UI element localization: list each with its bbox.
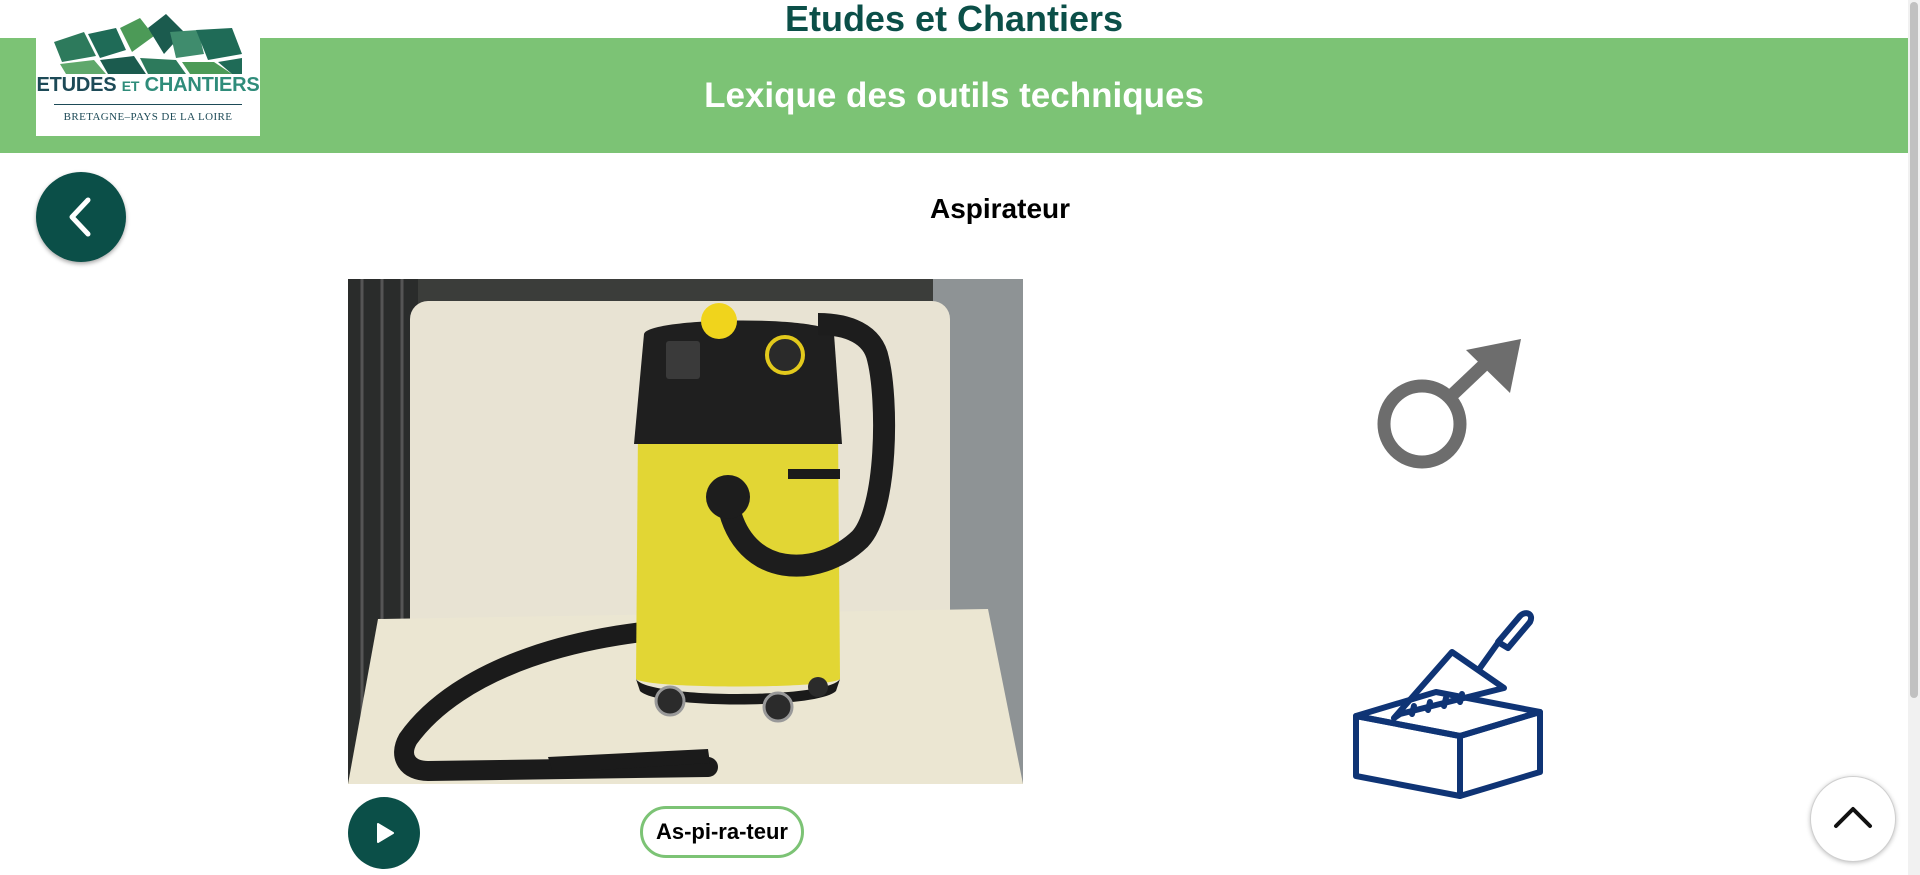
chevron-left-icon	[69, 197, 91, 237]
scrollbar-thumb[interactable]	[1910, 2, 1918, 698]
logo-word-et: ET	[121, 78, 140, 94]
logo-word-etudes: ETUDES	[36, 74, 117, 96]
chevron-up-icon	[1834, 807, 1872, 828]
male-symbol-icon	[1370, 334, 1530, 474]
page: Etudes et Chantiers Lexique des outils t…	[0, 0, 1920, 875]
brick-trowel-icon	[1348, 606, 1548, 802]
site-title: Etudes et Chantiers	[784, 0, 1124, 39]
logo-divider	[54, 104, 242, 105]
play-audio-button[interactable]	[348, 797, 420, 869]
page-title: Lexique des outils techniques	[704, 76, 1204, 115]
play-icon	[377, 823, 394, 843]
vacuum-cleaner-photo	[348, 279, 1023, 784]
logo-mosaic-icon	[54, 14, 242, 74]
scroll-to-top-button[interactable]	[1810, 776, 1896, 862]
site-logo[interactable]: ETUDES ET CHANTIERS BRETAGNE–PAYS DE LA …	[36, 12, 260, 136]
back-button[interactable]	[36, 172, 126, 262]
logo-word-chantiers: CHANTIERS	[144, 74, 260, 96]
syllables-button[interactable]: As-pi-ra-teur	[640, 806, 804, 858]
vacuum-cleaner-image	[348, 279, 1023, 784]
logo-region: BRETAGNE–PAYS DE LA LOIRE	[63, 111, 233, 123]
word-title: Aspirateur	[929, 193, 1071, 224]
logo-wordmark: ETUDES ET CHANTIERS	[36, 74, 260, 97]
